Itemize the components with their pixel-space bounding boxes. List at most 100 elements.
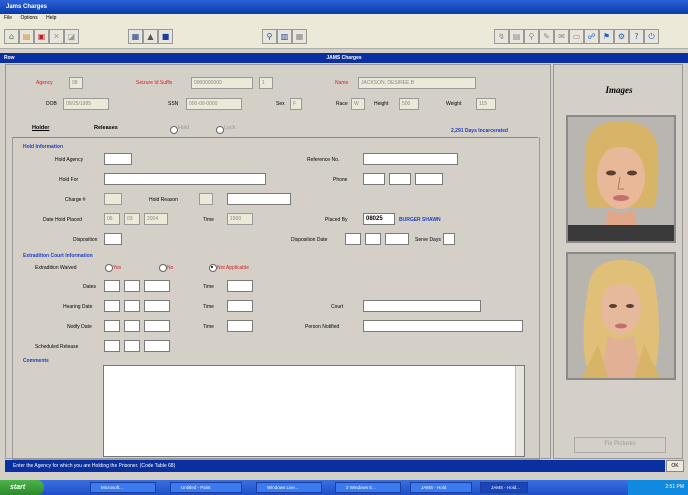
name-field[interactable]: JACKSON, DESIREE B (358, 77, 476, 89)
tab-releases[interactable]: Releases (94, 125, 118, 131)
start-button[interactable]: start (0, 480, 44, 495)
hearing-time-field[interactable] (227, 300, 253, 312)
notify-time-label: Time (203, 324, 214, 330)
tool-icon-6[interactable]: ▭ (569, 29, 584, 44)
tool-icon-8[interactable]: ⚑ (599, 29, 614, 44)
notify-time-field[interactable] (227, 320, 253, 332)
delete-icon[interactable]: ✕ (49, 29, 64, 44)
tool-icon-4[interactable]: ✎ (539, 29, 554, 44)
phone-area-field[interactable] (363, 173, 385, 185)
hold-reason-code[interactable] (199, 193, 213, 205)
ssn-field[interactable]: 000-00-0000 (186, 98, 242, 110)
release-date-day[interactable] (124, 340, 140, 352)
seq-field[interactable]: 0000000000 (191, 77, 253, 89)
release-date-month[interactable] (104, 340, 120, 352)
folder-icon[interactable]: ▤ (19, 29, 34, 44)
disposition-date-year[interactable] (385, 233, 409, 245)
hearing-date-label: Hearing Date (63, 304, 93, 310)
height-field[interactable]: 500 (399, 98, 419, 110)
tool-icon-3[interactable]: ⚲ (524, 29, 539, 44)
agency-field[interactable]: 08 (69, 77, 83, 89)
print-icon[interactable]: ▣ (34, 29, 49, 44)
placed-by-field[interactable]: 08025 (363, 213, 395, 225)
tool-icon-5[interactable]: ✉ (554, 29, 569, 44)
menu-file[interactable]: File (4, 15, 12, 21)
tool-icon-2[interactable]: ▤ (509, 29, 524, 44)
hold-radio[interactable] (170, 126, 178, 134)
notify-date-year[interactable] (144, 320, 170, 332)
hearing-date-day[interactable] (124, 300, 140, 312)
tab-strip: Holder Releases Hold Lock (12, 123, 538, 138)
release-date-year[interactable] (144, 340, 170, 352)
menu-help[interactable]: Help (46, 15, 56, 21)
document-icon[interactable]: ▥ (277, 29, 292, 44)
save-icon[interactable]: ▦ (128, 29, 143, 44)
lock-radio[interactable] (216, 126, 224, 134)
hold-reason-label: Hold Reason (149, 197, 178, 203)
disposition-date-month[interactable] (345, 233, 361, 245)
hearing-date-month[interactable] (104, 300, 120, 312)
weight-field[interactable]: 115 (476, 98, 496, 110)
waived-na-radio[interactable] (209, 264, 217, 272)
comments-field[interactable] (103, 365, 525, 457)
tool-icon-9[interactable]: ⚙ (614, 29, 629, 44)
hold-agency-field[interactable] (104, 153, 132, 165)
help-icon[interactable]: ? (629, 29, 644, 44)
date-placed-year[interactable]: 2004 (144, 213, 168, 225)
lock-icon[interactable]: ▲ (143, 29, 158, 44)
ok-button[interactable]: OK (666, 460, 684, 472)
disposition-date-day[interactable] (365, 233, 381, 245)
race-label: Race (336, 101, 348, 107)
menu-options[interactable]: Options (20, 15, 37, 21)
task-button-6[interactable]: JAMS - Hold... (480, 482, 528, 493)
serve-days-field[interactable] (443, 233, 455, 245)
court-field[interactable] (363, 300, 481, 312)
chart-icon[interactable]: ◪ (64, 29, 79, 44)
charge-no-field[interactable] (104, 193, 122, 205)
dates-month[interactable] (104, 280, 120, 292)
phone-number-field[interactable] (415, 173, 443, 185)
hold-reason-field[interactable] (227, 193, 291, 205)
notify-date-day[interactable] (124, 320, 140, 332)
task-button-5[interactable]: JAMS - Hold (410, 482, 472, 493)
home-icon[interactable]: ⌂ (4, 29, 19, 44)
seq-suffix-field[interactable]: 1 (259, 77, 273, 89)
task-button-2[interactable]: Untitled - Paint (170, 482, 242, 493)
search-icon[interactable]: ⚲ (262, 29, 277, 44)
task-button-1[interactable]: Microsoft... (90, 482, 156, 493)
disk-icon[interactable]: ■ (158, 29, 173, 44)
hold-for-field[interactable] (104, 173, 266, 185)
fix-pictures-button[interactable]: Fix Pictures (574, 437, 666, 453)
waived-no-label: No (167, 265, 174, 271)
dob-label: DOB (46, 101, 57, 107)
dates-day[interactable] (124, 280, 140, 292)
tab-holder[interactable]: Holder (32, 125, 49, 131)
race-field[interactable]: W (351, 98, 365, 110)
waived-no-radio[interactable] (159, 264, 167, 272)
tool-icon-1[interactable]: ↯ (494, 29, 509, 44)
dob-field[interactable]: 09/25/1985 (63, 98, 109, 110)
sex-field[interactable]: F (290, 98, 302, 110)
mugshot-photo-2[interactable] (566, 252, 676, 380)
comments-scrollbar[interactable] (515, 366, 524, 456)
waived-yes-radio[interactable] (105, 264, 113, 272)
disposition-field[interactable] (104, 233, 122, 245)
extradition-section: Extradition Court Information (23, 253, 93, 259)
date-placed-day[interactable]: 03 (124, 213, 140, 225)
tool-icon-7[interactable]: ☍ (584, 29, 599, 44)
notify-date-month[interactable] (104, 320, 120, 332)
dates-year[interactable] (144, 280, 170, 292)
mugshot-photo-1[interactable] (566, 115, 676, 243)
person-notified-field[interactable] (363, 320, 523, 332)
reference-field[interactable] (363, 153, 458, 165)
exit-icon[interactable]: ⏻ (644, 29, 659, 44)
task-button-3[interactable]: Windows Live... (256, 482, 322, 493)
hearing-date-year[interactable] (144, 300, 170, 312)
dates-time-field[interactable] (227, 280, 253, 292)
time-placed-field[interactable]: 1500 (227, 213, 253, 225)
comments-label: Comments (23, 358, 49, 364)
task-button-4[interactable]: 2 Windows E... (335, 482, 401, 493)
grid-icon[interactable]: ▦ (292, 29, 307, 44)
date-placed-month[interactable]: 06 (104, 213, 120, 225)
phone-prefix-field[interactable] (389, 173, 411, 185)
